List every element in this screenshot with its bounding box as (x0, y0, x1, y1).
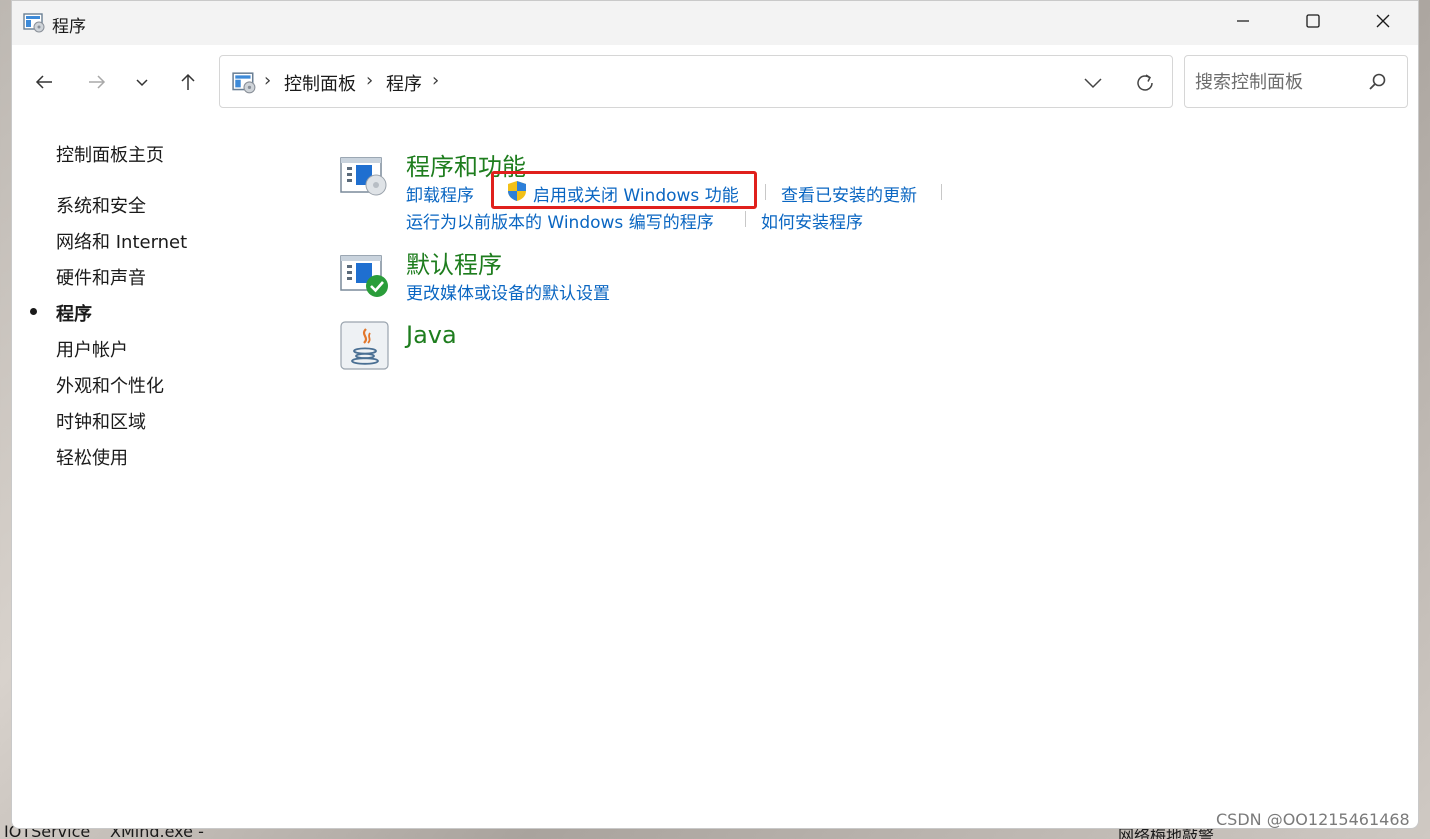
link-divider (941, 184, 942, 200)
minimize-icon (1235, 13, 1251, 33)
sidebar-item-hardware[interactable]: 硬件和声音 (56, 264, 146, 290)
close-button[interactable] (1348, 1, 1418, 45)
sidebar-item-network[interactable]: 网络和 Internet (56, 228, 187, 254)
sidebar-item-appearance[interactable]: 外观和个性化 (56, 372, 164, 398)
active-indicator-icon (30, 308, 37, 315)
how-to-install-link[interactable]: 如何安装程序 (761, 208, 863, 233)
control-panel-icon (232, 72, 256, 94)
arrow-up-icon (178, 72, 198, 96)
link-divider (745, 211, 746, 227)
highlight-annotation (491, 171, 757, 209)
sidebar-item-system-security[interactable]: 系统和安全 (56, 192, 146, 218)
close-icon (1375, 13, 1391, 33)
address-dropdown-button[interactable] (1080, 70, 1106, 96)
sidebar-item-user-accounts[interactable]: 用户帐户 (56, 336, 128, 362)
java-icon[interactable] (340, 321, 390, 371)
refresh-icon[interactable] (1132, 70, 1158, 96)
watermark: CSDN @OO1215461468 (1216, 810, 1410, 829)
sidebar-item-home[interactable]: 控制面板主页 (56, 141, 164, 167)
arrow-right-icon (87, 72, 107, 96)
navigation-bar: › 控制面板 › 程序 › (12, 45, 1418, 121)
title-bar[interactable]: 程序 (12, 1, 1418, 45)
breadcrumb-separator-icon[interactable]: › (432, 70, 439, 91)
sidebar-item-clock-region[interactable]: 时钟和区域 (56, 408, 146, 434)
arrow-left-icon (34, 72, 54, 96)
address-bar[interactable]: › 控制面板 › 程序 › (219, 55, 1173, 108)
link-divider (765, 184, 766, 200)
maximize-button[interactable] (1278, 1, 1348, 45)
uninstall-program-link[interactable]: 卸载程序 (406, 181, 474, 206)
java-title[interactable]: Java (406, 321, 457, 349)
breadcrumb-control-panel[interactable]: 控制面板 (284, 70, 356, 96)
forward-button[interactable] (80, 67, 114, 101)
breadcrumb-separator-icon[interactable]: › (264, 70, 271, 91)
media-defaults-link[interactable]: 更改媒体或设备的默认设置 (406, 279, 610, 304)
programs-features-icon[interactable] (340, 156, 390, 206)
maximize-icon (1305, 13, 1321, 33)
back-button[interactable] (27, 67, 61, 101)
default-programs-title[interactable]: 默认程序 (406, 245, 502, 280)
up-button[interactable] (171, 67, 205, 101)
control-panel-icon (23, 13, 45, 33)
control-panel-window: 程序 › 控制面板 › 程序 › 搜索控制面板 控制面板主页 系统和安全 网络和… (11, 0, 1419, 829)
recent-locations-button[interactable] (125, 67, 159, 101)
breadcrumb-separator-icon[interactable]: › (366, 70, 373, 91)
search-box[interactable] (1184, 55, 1408, 108)
minimize-button[interactable] (1208, 1, 1278, 45)
search-icon[interactable] (1368, 72, 1388, 92)
chevron-down-icon (134, 74, 150, 94)
installed-updates-link[interactable]: 查看已安装的更新 (781, 181, 917, 206)
breadcrumb-programs[interactable]: 程序 (386, 70, 422, 96)
compatibility-link[interactable]: 运行为以前版本的 Windows 编写的程序 (406, 208, 714, 233)
sidebar-item-ease-of-access[interactable]: 轻松使用 (56, 444, 128, 470)
sidebar-item-programs[interactable]: 程序 (56, 300, 92, 326)
default-programs-icon[interactable] (340, 254, 390, 304)
search-input[interactable] (1195, 69, 1365, 95)
window-title: 程序 (52, 17, 86, 37)
